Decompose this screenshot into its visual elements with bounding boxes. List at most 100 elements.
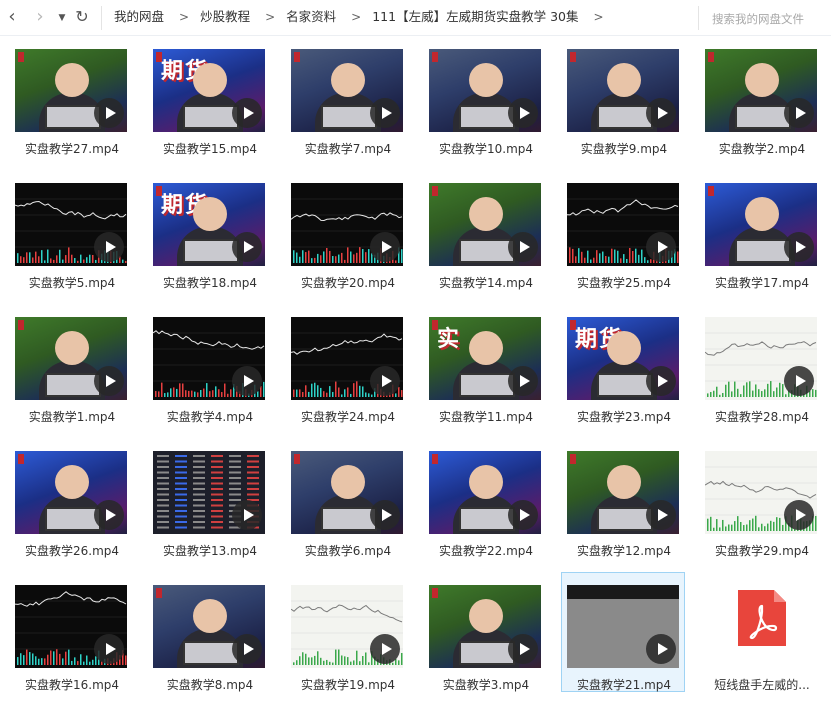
breadcrumb-separator[interactable]: > [593,0,603,34]
video-file-item[interactable]: 实盘教学24.mp4 [285,304,409,424]
channel-logo [432,588,438,598]
play-icon[interactable] [646,500,676,530]
channel-logo [708,186,714,196]
history-dropdown-icon[interactable]: ▼ [56,7,68,29]
file-name: 实盘教学11.mp4 [438,410,534,424]
video-file-item[interactable]: 实盘教学1.mp4 [9,304,133,424]
video-thumbnail [567,451,679,534]
video-file-item[interactable]: 实盘教学16.mp4 [9,572,133,692]
forward-arrow-icon[interactable]: › [30,6,50,28]
presenter-head [193,63,227,97]
video-file-item[interactable]: 实盘教学17.mp4 [699,170,823,290]
file-name: 实盘教学5.mp4 [28,276,116,290]
video-file-item[interactable]: 实盘教学14.mp4 [423,170,547,290]
video-file-item[interactable]: 实盘教学7.mp4 [285,36,409,156]
play-icon[interactable] [508,366,538,396]
video-file-item[interactable]: 实实盘教学11.mp4 [423,304,547,424]
play-icon[interactable] [232,634,262,664]
play-icon[interactable] [370,232,400,262]
play-icon[interactable] [784,98,814,128]
banner-text: 实 [437,327,462,352]
back-arrow-icon[interactable]: ‹ [2,6,22,28]
video-file-item[interactable]: 实盘教学12.mp4 [561,438,685,558]
breadcrumb: 我的网盘 > 炒股教程 > 名家资料 >111【左威】左威期货实盘教学 30集 > [114,0,615,36]
laptop-icon [321,105,377,129]
video-file-item[interactable]: 实盘教学26.mp4 [9,438,133,558]
video-thumbnail [567,49,679,132]
video-file-item[interactable]: 实盘教学19.mp4 [285,572,409,692]
play-icon[interactable] [94,232,124,262]
breadcrumb-item[interactable]: 炒股教程 [200,0,250,34]
play-icon[interactable] [94,634,124,664]
breadcrumb-item[interactable]: 我的网盘 [114,0,164,34]
video-file-item[interactable]: 实盘教学8.mp4 [147,572,271,692]
breadcrumb-item[interactable]: 111【左威】左威期货实盘教学 30集 [372,0,578,34]
presenter-head [469,197,503,231]
play-icon[interactable] [646,232,676,262]
play-icon[interactable] [646,634,676,664]
channel-logo [708,52,714,62]
video-file-item[interactable]: 实盘教学22.mp4 [423,438,547,558]
play-icon[interactable] [784,500,814,530]
play-icon[interactable] [508,232,538,262]
video-file-item[interactable]: 实盘教学29.mp4 [699,438,823,558]
pdf-file-item[interactable]: 短线盘手左威的... [699,572,823,692]
play-icon[interactable] [370,98,400,128]
video-file-item[interactable]: 实盘教学3.mp4 [423,572,547,692]
play-icon[interactable] [370,366,400,396]
video-file-item[interactable]: 期货 实盘教学23.mp4 [561,304,685,424]
video-file-item[interactable]: 实盘教学25.mp4 [561,170,685,290]
laptop-icon [597,105,653,129]
video-file-item[interactable]: 实盘教学4.mp4 [147,304,271,424]
video-file-item[interactable]: 实盘教学27.mp4 [9,36,133,156]
video-file-item[interactable]: 期货 实盘教学18.mp4 [147,170,271,290]
file-name: 实盘教学27.mp4 [24,142,120,156]
presenter-head [469,599,503,633]
video-thumbnail: 期货 [567,317,679,400]
video-file-item[interactable]: 实盘教学21.mp4 [561,572,685,692]
video-file-item[interactable]: 实盘教学13.mp4 [147,438,271,558]
play-icon[interactable] [508,98,538,128]
video-file-item[interactable]: 实盘教学5.mp4 [9,170,133,290]
video-file-item[interactable]: 实盘教学28.mp4 [699,304,823,424]
play-icon[interactable] [508,500,538,530]
video-file-item[interactable]: 实盘教学10.mp4 [423,36,547,156]
play-icon[interactable] [94,500,124,530]
search-input[interactable] [710,8,830,30]
video-file-item[interactable]: 实盘教学6.mp4 [285,438,409,558]
play-icon[interactable] [94,366,124,396]
video-file-item[interactable]: 实盘教学20.mp4 [285,170,409,290]
video-thumbnail [15,317,127,400]
video-thumbnail [705,451,817,534]
play-icon[interactable] [232,366,262,396]
play-icon[interactable] [94,98,124,128]
file-name: 实盘教学6.mp4 [304,544,392,558]
presenter-head [469,63,503,97]
refresh-icon[interactable]: ↻ [73,6,91,28]
pdf-icon [738,590,786,646]
play-icon[interactable] [784,232,814,262]
laptop-icon [45,373,101,397]
play-icon[interactable] [646,98,676,128]
play-icon[interactable] [370,500,400,530]
presenter-head [55,465,89,499]
video-file-item[interactable]: 实盘教学2.mp4 [699,36,823,156]
play-icon[interactable] [232,98,262,128]
play-icon[interactable] [370,634,400,664]
laptop-icon [45,507,101,531]
play-icon[interactable] [646,366,676,396]
breadcrumb-item[interactable]: 名家资料 [286,0,336,34]
breadcrumb-separator: > [179,10,190,24]
presenter-head [331,465,365,499]
play-icon[interactable] [232,232,262,262]
video-thumbnail [705,183,817,266]
file-name: 实盘教学28.mp4 [714,410,810,424]
play-icon[interactable] [784,366,814,396]
laptop-icon [459,641,515,665]
play-icon[interactable] [508,634,538,664]
video-file-item[interactable]: 期货 实盘教学15.mp4 [147,36,271,156]
video-thumbnail [291,451,403,534]
file-name: 实盘教学10.mp4 [438,142,534,156]
video-file-item[interactable]: 实盘教学9.mp4 [561,36,685,156]
play-icon[interactable] [232,500,262,530]
